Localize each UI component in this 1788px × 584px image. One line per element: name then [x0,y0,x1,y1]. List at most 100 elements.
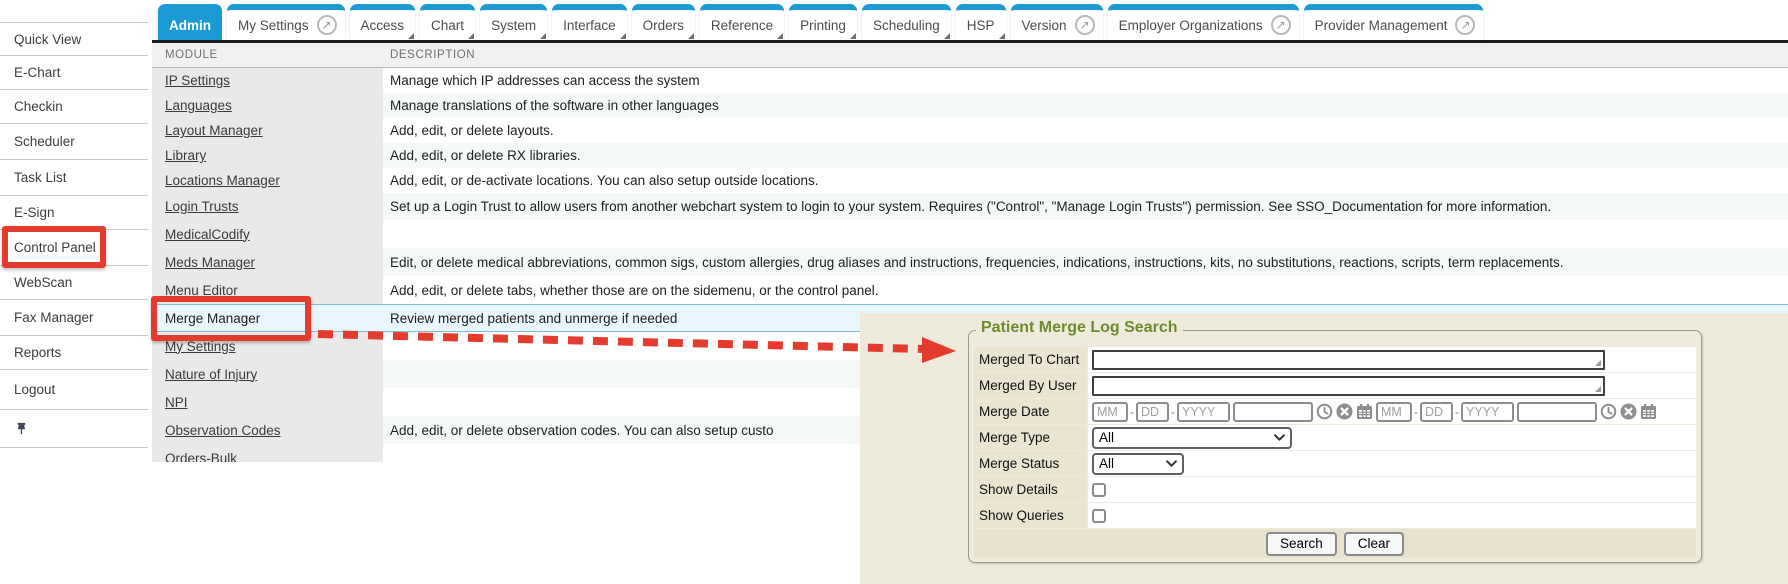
start-day-input[interactable] [1136,402,1169,422]
tab-label: Version [1022,18,1067,33]
clear-date-icon[interactable] [1620,403,1637,420]
tab-interface[interactable]: Interface [552,4,627,40]
merged-to-chart-input[interactable] [1092,350,1605,370]
pushpin-icon [14,421,29,436]
merged-to-chart-label: Merged To Chart [974,347,1087,372]
show-details-checkbox[interactable] [1092,483,1106,497]
tab-my-settings[interactable]: My Settings ↗ [227,4,345,40]
end-year-input[interactable] [1461,402,1514,422]
tab-label: Interface [563,18,616,33]
tab-access[interactable]: Access [350,4,416,40]
module-cell: Orders-Bulk [152,444,383,462]
end-month-input[interactable] [1376,402,1412,422]
sidebar-item-label: Checkin [14,99,63,114]
module-link-medicalcodify[interactable]: MedicalCodify [165,227,250,242]
calendar-icon[interactable] [1640,403,1657,420]
sidebar-item-reports[interactable]: Reports [0,335,148,369]
tab-label: Provider Management [1315,18,1448,33]
clock-icon[interactable] [1600,403,1617,420]
module-cell: MedicalCodify [152,220,383,248]
external-link-icon[interactable]: ↗ [1075,15,1095,35]
tab-system[interactable]: System [480,4,547,40]
show-queries-checkbox[interactable] [1092,509,1106,523]
sidebar-item-label: Reports [14,345,61,360]
merged-by-user-input[interactable] [1092,376,1605,396]
module-link-layout-manager[interactable]: Layout Manager [165,123,263,138]
sidebar-item-label: WebScan [14,275,72,290]
merge-status-select[interactable]: All [1092,453,1184,475]
external-link-icon[interactable]: ↗ [1271,15,1291,35]
clear-date-icon[interactable] [1336,403,1353,420]
sidebar-item-checkin[interactable]: Checkin [0,89,148,123]
tab-label: Employer Organizations [1119,18,1263,33]
tab-provider-management[interactable]: Provider Management ↗ [1304,4,1484,40]
clear-button[interactable]: Clear [1344,532,1404,556]
module-cell: Layout Manager [152,118,383,143]
clock-icon[interactable] [1316,403,1333,420]
merge-date-row: Merge Date - - - - [974,399,1696,424]
sidebar-item-label: Task List [14,170,67,185]
merge-log-search-fieldset: Patient Merge Log Search Merged To Chart… [968,330,1702,563]
end-day-input[interactable] [1420,402,1453,422]
table-row-medicalcodify: MedicalCodify [152,220,1788,248]
sidebar-item-e-chart[interactable]: E-Chart [0,55,148,89]
module-link-login-trusts[interactable]: Login Trusts [165,199,239,214]
tab-label: Orders [643,18,684,33]
module-link-languages[interactable]: Languages [165,98,232,113]
sidebar: Quick View E-Chart Checkin Scheduler Task Li… [0,0,150,584]
merge-type-value: All [1099,430,1114,445]
sidebar-item-label: E-Sign [14,205,55,220]
module-description: Add, edit, or de-activate locations. You… [383,168,1788,193]
external-link-icon[interactable]: ↗ [1455,15,1475,35]
module-link-orders-bulk[interactable]: Orders-Bulk [165,451,237,463]
show-queries-label: Show Queries [974,503,1087,528]
tab-hsp[interactable]: HSP [956,4,1006,40]
merge-date-label: Merge Date [974,399,1087,424]
sidebar-item-quick-view[interactable]: Quick View [0,22,148,55]
sidebar-item-label: E-Chart [14,65,61,80]
end-time-input[interactable] [1517,402,1597,422]
start-time-input[interactable] [1233,402,1313,422]
table-row-menu-editor: Menu EditorAdd, edit, or delete tabs, wh… [152,276,1788,304]
tab-employer-organizations[interactable]: Employer Organizations ↗ [1108,4,1299,40]
table-row-meds-manager: Meds ManagerEdit, or delete medical abbr… [152,248,1788,276]
merge-type-select[interactable]: All [1092,427,1292,449]
search-button[interactable]: Search [1266,532,1337,556]
module-link-ip-settings[interactable]: IP Settings [165,73,230,88]
table-row-login-trusts: Login TrustsSet up a Login Trust to allo… [152,193,1788,220]
tab-printing[interactable]: Printing [789,4,857,40]
start-month-input[interactable] [1092,402,1128,422]
tab-label: Printing [800,18,846,33]
tab-admin[interactable]: Admin [158,4,222,40]
table-row-languages: LanguagesManage translations of the soft… [152,93,1788,118]
external-link-icon[interactable]: ↗ [317,15,337,35]
tab-reference[interactable]: Reference [700,4,784,40]
tab-version[interactable]: Version ↗ [1011,4,1103,40]
tab-orders[interactable]: Orders [632,4,695,40]
module-link-observation-codes[interactable]: Observation Codes [165,423,281,438]
sidebar-item-fax-manager[interactable]: Fax Manager [0,299,148,335]
column-header-module: MODULE [152,49,383,61]
date-separator: - [1171,405,1175,419]
tab-label: HSP [967,18,995,33]
tab-chart[interactable]: Chart [420,4,475,40]
module-link-locations-manager[interactable]: Locations Manager [165,173,280,188]
tab-scheduling[interactable]: Scheduling [862,4,951,40]
sidebar-item-webscan[interactable]: WebScan [0,265,148,299]
module-link-library[interactable]: Library [165,148,206,163]
calendar-icon[interactable] [1356,403,1373,420]
start-year-input[interactable] [1177,402,1230,422]
tab-label: Access [361,18,405,33]
module-link-npi[interactable]: NPI [165,395,188,410]
module-link-meds-manager[interactable]: Meds Manager [165,255,255,270]
module-link-nature-of-injury[interactable]: Nature of Injury [165,367,257,382]
module-description: Add, edit, or delete layouts. [383,118,1788,143]
sidebar-item-logout[interactable]: Logout [0,369,148,409]
tab-label: Reference [711,18,773,33]
module-description: Add, edit, or delete tabs, whether those… [383,276,1788,304]
sidebar-item-scheduler[interactable]: Scheduler [0,123,148,159]
sidebar-item-e-sign[interactable]: E-Sign [0,195,148,229]
sidebar-pin-item[interactable] [0,409,148,447]
sidebar-item-task-list[interactable]: Task List [0,159,148,195]
tab-label: My Settings [238,18,309,33]
